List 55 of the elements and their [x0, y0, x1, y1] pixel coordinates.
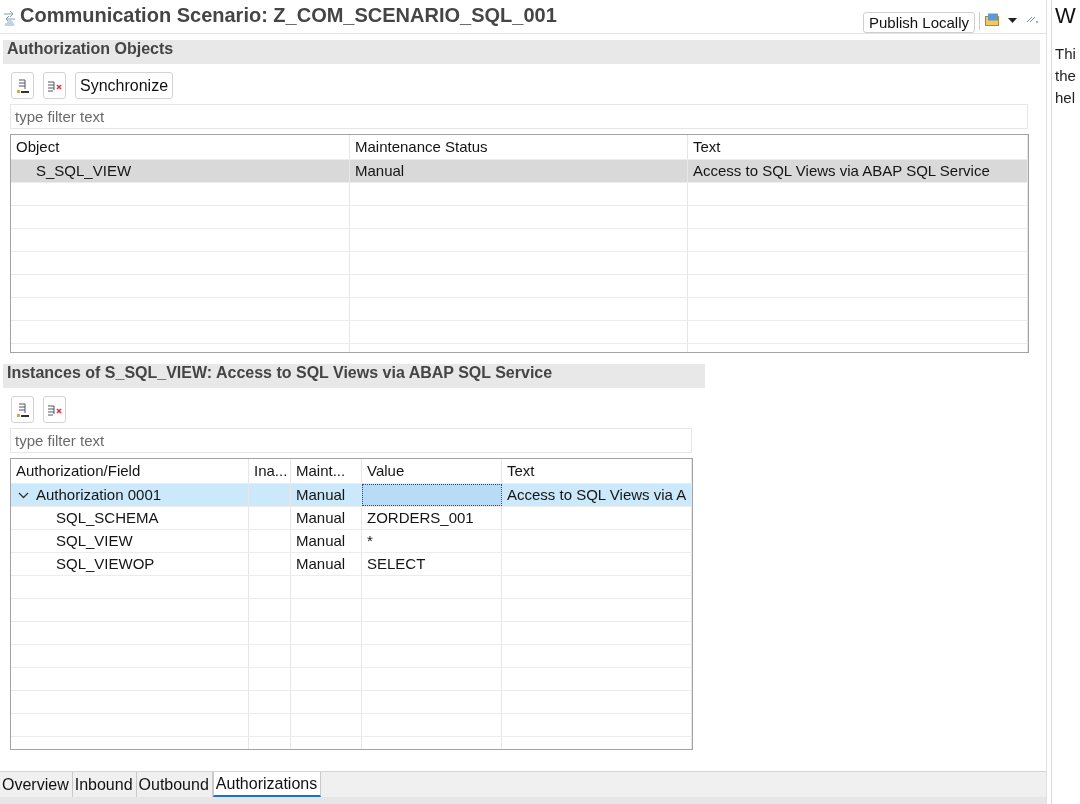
editor-tab[interactable]: Overview — [0, 772, 73, 797]
list-remove-icon — [47, 78, 62, 93]
table-row[interactable]: S_SQL_VIEW Manual Access to SQL Views via ABAP SQL Service — [11, 160, 1028, 183]
column-header[interactable]: Authorization/Field — [11, 459, 249, 483]
panel-text-line: the — [1055, 66, 1077, 86]
grip-icon — [1026, 15, 1038, 23]
column-header[interactable]: Object — [11, 135, 350, 159]
add-entry-button[interactable] — [11, 396, 34, 423]
add-entry-button[interactable] — [11, 72, 34, 99]
column-header[interactable]: Value — [362, 459, 502, 483]
table-cell: Access to SQL Views via ABAP SQL Service — [688, 160, 1028, 182]
table-cell: Manual — [291, 507, 362, 529]
list-add-icon — [15, 77, 30, 94]
table-row[interactable]: SQL_SCHEMA Manual ZORDERS_001 — [11, 507, 692, 530]
table-cell: SELECT — [362, 553, 502, 575]
table-cell: Manual — [350, 160, 688, 182]
filter-field[interactable]: type filter text — [10, 104, 1028, 129]
panel-title: W — [1055, 2, 1076, 30]
tree-item-label[interactable]: Authorization 0001 — [36, 484, 162, 506]
section-header: Authorization Objects — [3, 40, 1040, 64]
editor-title: Communication Scenario: Z_COM_SCENARIO_SQL_001 — [20, 3, 557, 28]
focused-cell[interactable] — [362, 484, 502, 506]
table-row[interactable]: SQL_VIEWOP Manual SELECT — [11, 553, 692, 576]
panel-text-line: Thi — [1055, 44, 1077, 64]
image-icon — [985, 13, 999, 26]
column-header[interactable]: Maint... — [291, 459, 362, 483]
editor-tab[interactable]: Inbound — [72, 772, 137, 797]
remove-entry-button[interactable] — [43, 396, 66, 423]
table-cell: Manual — [291, 553, 362, 575]
dropdown-icon — [1008, 18, 1017, 23]
column-header[interactable]: Maintenance Status — [350, 135, 688, 159]
table-cell: SQL_VIEWOP — [11, 553, 249, 575]
column-header[interactable]: Ina... — [249, 459, 291, 483]
table-cell: SQL_SCHEMA — [11, 507, 249, 529]
table-cell: SQL_VIEW — [11, 530, 249, 552]
editor-tab[interactable]: Authorizations — [212, 772, 322, 797]
remove-entry-button[interactable] — [43, 72, 66, 99]
table-cell: Manual — [291, 530, 362, 552]
list-add-icon — [15, 401, 30, 418]
table-cell: * — [362, 530, 502, 552]
synchronize-button[interactable]: Synchronize — [75, 72, 174, 99]
editor-tab[interactable]: Outbound — [136, 772, 213, 797]
table-cell: ZORDERS_001 — [362, 507, 502, 529]
table-cell: S_SQL_VIEW — [11, 160, 350, 182]
publish-button[interactable]: Publish Locally — [862, 12, 975, 33]
column-header[interactable]: Text — [688, 135, 1028, 159]
list-remove-icon — [47, 402, 62, 417]
panel-text-line: hel — [1055, 88, 1077, 108]
table-row[interactable]: Authorization 0001 Manual Access to SQL Views via A — [11, 484, 692, 507]
table-cell: Access to SQL Views via A — [502, 484, 692, 506]
filter-field[interactable]: type filter text — [10, 428, 692, 453]
arrows-cloud-icon — [3, 10, 17, 27]
section-header: Instances of S_SQL_VIEW: Access to SQL Views via ABAP SQL Service — [3, 364, 705, 388]
table-row[interactable]: SQL_VIEW Manual * — [11, 530, 692, 553]
column-header[interactable]: Text — [502, 459, 692, 483]
